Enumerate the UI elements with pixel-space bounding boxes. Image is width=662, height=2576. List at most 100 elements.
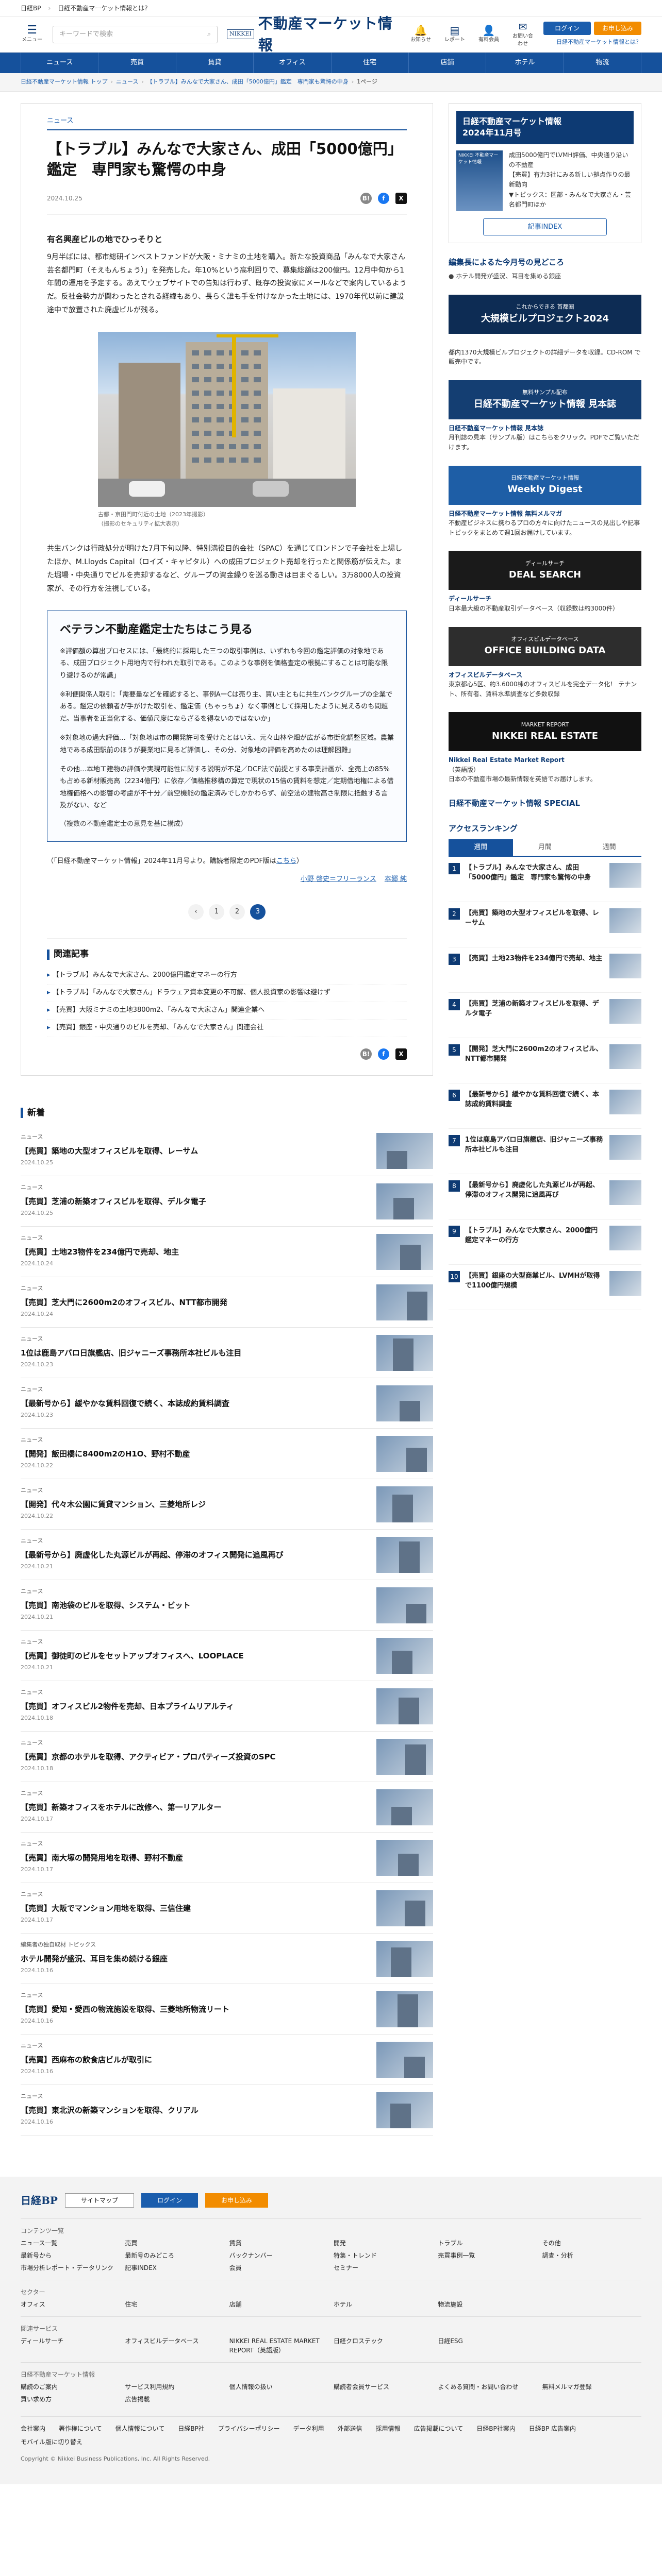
- news-item-thumbnail[interactable]: [376, 1537, 433, 1573]
- footer-link[interactable]: セミナー: [334, 2263, 433, 2273]
- notice-button[interactable]: 🔔 お知らせ: [409, 25, 432, 44]
- search-icon[interactable]: ⌕: [207, 29, 211, 40]
- footer-bottom-link[interactable]: 個人情報について: [115, 2424, 165, 2433]
- nikkeibp-link[interactable]: 日経BP: [21, 4, 41, 13]
- banner-deal[interactable]: ディールサーチ DEAL SEARCH: [449, 551, 641, 590]
- footer-link[interactable]: 店舗: [229, 2300, 328, 2309]
- news-item[interactable]: ニュース 【売買】オフィスビル2物件を売却、日本プライムリアルティ 2024.10.…: [21, 1681, 433, 1732]
- news-item[interactable]: ニュース 【売買】築地の大型オフィスビルを取得、レーサム 2024.10.25: [21, 1126, 433, 1177]
- news-item-thumbnail[interactable]: [376, 1385, 433, 1422]
- facebook-icon[interactable]: f: [378, 1048, 389, 1060]
- footer-link[interactable]: ホテル: [334, 2300, 433, 2309]
- nav-housing[interactable]: 住宅: [332, 53, 409, 73]
- ranking-item[interactable]: 8 【最新号から】廃虚化した丸源ビルが再起、停滞のオフィス開発に追風再び: [449, 1174, 641, 1219]
- footer-bottom-link[interactable]: 日経BP社案内: [476, 2424, 515, 2433]
- footer-link[interactable]: 購読者会員サービス: [334, 2382, 433, 2392]
- breadcrumb-home[interactable]: 日経不動産マーケット情報 トップ: [21, 78, 108, 87]
- ranking-item-title[interactable]: 【売買】銀座の大型商業ビル、LVMHが取得で1100億円規模: [465, 1271, 604, 1291]
- footer-link[interactable]: 開発: [334, 2239, 433, 2248]
- news-item[interactable]: ニュース 【売買】東北沢の新築マンションを取得、クリアル 2024.10.16: [21, 2085, 433, 2136]
- footer-bottom-link[interactable]: モバイル版に切り替え: [21, 2437, 82, 2447]
- nav-logistics[interactable]: 物流: [564, 53, 641, 73]
- news-item[interactable]: ニュース 【売買】愛知・愛西の物流施設を取得、三菱地所物流リート 2024.10.1…: [21, 1984, 433, 2035]
- breadcrumb-news[interactable]: ニュース: [116, 78, 138, 87]
- login-button[interactable]: ログイン: [543, 22, 591, 36]
- news-item-thumbnail[interactable]: [376, 1890, 433, 1927]
- news-item[interactable]: ニュース 【売買】御徒町のビルをセットアップオフィスへ、LOOPLACE 2024.…: [21, 1631, 433, 1682]
- banner-cd-rom[interactable]: これからできる 首都圏 大規模ビルプロジェクト2024: [449, 294, 641, 334]
- news-item-title[interactable]: 1位は鹿島アバロ日旗艦店、旧ジャニーズ事務所本社ビルも注目: [21, 1348, 366, 1359]
- news-item-thumbnail[interactable]: [376, 1840, 433, 1876]
- news-item-thumbnail[interactable]: [376, 1436, 433, 1472]
- news-item-thumbnail[interactable]: [376, 1789, 433, 1826]
- footer-link[interactable]: 日経ESG: [438, 2336, 537, 2355]
- report-button[interactable]: ▤ レポート: [443, 25, 466, 44]
- related-item[interactable]: 【売買】大阪ミナミの土地3800m2、「みんなで大家さん」関連企業へ: [47, 1002, 407, 1020]
- footer-login-button[interactable]: ログイン: [141, 2193, 198, 2208]
- footer-link[interactable]: トラブル: [438, 2239, 537, 2248]
- footer-link[interactable]: 賃貸: [229, 2239, 328, 2248]
- footer-bottom-link[interactable]: 会社案内: [21, 2424, 45, 2433]
- news-item-thumbnail[interactable]: [376, 1183, 433, 1220]
- ranking-item-title[interactable]: 【最新号から】廃虚化した丸源ビルが再起、停滞のオフィス開発に追風再び: [465, 1180, 604, 1200]
- news-item[interactable]: ニュース 【売買】芝浦の新築オフィスビルを取得、デルタ電子 2024.10.25: [21, 1176, 433, 1227]
- news-item-thumbnail[interactable]: [376, 1133, 433, 1170]
- footer-subscribe-button[interactable]: お申し込み: [205, 2193, 268, 2208]
- news-item[interactable]: ニュース 【売買】南池袋のビルを取得、システム・ビット 2024.10.21: [21, 1580, 433, 1631]
- news-item-title[interactable]: 【売買】京都のホテルを取得、アクティビア・プロパティーズ投資のSPC: [21, 1752, 366, 1763]
- news-item-thumbnail[interactable]: [376, 1739, 433, 1775]
- news-item-title[interactable]: 【売買】築地の大型オフィスビルを取得、レーサム: [21, 1146, 366, 1157]
- news-item-title[interactable]: 【開発】代々木公園に賃貸マンション、三菱地所レジ: [21, 1499, 366, 1511]
- footer-link[interactable]: 買い求め方: [21, 2395, 120, 2404]
- banner-office[interactable]: オフィスビルデータベース OFFICE BUILDING DATA: [449, 626, 641, 666]
- footer-link[interactable]: サービス利用規約: [125, 2382, 224, 2392]
- footer-logo[interactable]: 日経BP: [21, 2193, 58, 2208]
- news-item-thumbnail[interactable]: [376, 1638, 433, 1674]
- ranking-tab-weekly[interactable]: 週間: [449, 839, 513, 856]
- ranking-item[interactable]: 5 【開発】芝大門に2600m2のオフィスビル、NTT都市開発: [449, 1038, 641, 1083]
- nav-retail[interactable]: 店舗: [409, 53, 487, 73]
- author-link[interactable]: 小野 啓史＝フリーランス: [301, 875, 376, 883]
- footer-link[interactable]: 無料メルマガ登録: [542, 2382, 641, 2392]
- nav-lease[interactable]: 賃貸: [176, 53, 254, 73]
- footer-bottom-link[interactable]: 広告掲載について: [414, 2424, 464, 2433]
- footer-bottom-link[interactable]: 外部送信: [338, 2424, 362, 2433]
- footer-link[interactable]: 物流施設: [438, 2300, 537, 2309]
- bookmark-icon[interactable]: B!: [360, 1048, 372, 1060]
- news-item[interactable]: ニュース 【売買】南大塚の開発用地を取得、野村不動産 2024.10.17: [21, 1833, 433, 1884]
- footer-link[interactable]: オフィスビルデータベース: [125, 2336, 224, 2355]
- news-item[interactable]: 編集者の独自取材 トピックス ホテル開発が盛況、耳目を集め続ける銀座 2024.10…: [21, 1934, 433, 1985]
- magazine-title[interactable]: 日経不動産マーケット情報 2024年11月号: [456, 111, 634, 144]
- news-item-title[interactable]: 【売買】大阪でマンション用地を取得、三信住建: [21, 1903, 366, 1914]
- site-logo[interactable]: NIKKEI 不動産マーケット情報: [227, 13, 400, 56]
- news-item-title[interactable]: 【売買】愛知・愛西の物流施設を取得、三菱地所物流リート: [21, 2004, 366, 2015]
- ranking-item-title[interactable]: 【最新号から】緩やかな賃料回復で続く、本誌成約賃料調査: [465, 1090, 604, 1110]
- ranking-item-title[interactable]: 【売買】芝浦の新築オフィスビルを取得、デルタ電子: [465, 999, 604, 1019]
- news-item[interactable]: ニュース 【売買】芝大門に2600m2のオフィスビル、NTT都市開発 2024.10…: [21, 1277, 433, 1328]
- footer-link[interactable]: 売買: [125, 2239, 224, 2248]
- footer-link[interactable]: 会員: [229, 2263, 328, 2273]
- footer-bottom-link[interactable]: 日経BP 広告案内: [529, 2424, 576, 2433]
- news-item-title[interactable]: 【売買】南池袋のビルを取得、システム・ビット: [21, 1600, 366, 1612]
- related-item[interactable]: 【トラブル】みんなで大家さん、2000億円鑑定マネーの行方: [47, 967, 407, 985]
- footer-link[interactable]: 購読のご案内: [21, 2382, 120, 2392]
- ranking-item[interactable]: 1 【トラブル】みんなで大家さん、成田「5000億円」鑑定 専門家も驚愕の中身: [449, 857, 641, 902]
- news-item-title[interactable]: 【最新号から】廃虚化した丸源ビルが再起、停滞のオフィス開発に追風再び: [21, 1550, 366, 1561]
- news-item-thumbnail[interactable]: [376, 1688, 433, 1725]
- banner-caption-title[interactable]: Nikkei Real Estate Market Report: [449, 756, 565, 764]
- news-item-thumbnail[interactable]: [376, 1991, 433, 2028]
- news-item-thumbnail[interactable]: [376, 1335, 433, 1371]
- news-item[interactable]: ニュース 【売買】西麻布の飲食店ビルが取引に 2024.10.16: [21, 2035, 433, 2086]
- news-item-thumbnail[interactable]: [376, 2092, 433, 2129]
- ranking-tab-other[interactable]: 週間: [577, 839, 641, 856]
- footer-bottom-link[interactable]: データ利用: [293, 2424, 324, 2433]
- x-icon[interactable]: X: [395, 1048, 407, 1060]
- footer-link[interactable]: 最新号のみどころ: [125, 2251, 224, 2260]
- page-link-current[interactable]: 3: [250, 904, 266, 920]
- banner-caption-title[interactable]: ディールサーチ: [449, 595, 491, 602]
- footer-link[interactable]: NIKKEI REAL ESTATE MARKET REPORT（英語版）: [229, 2336, 328, 2355]
- news-item-thumbnail[interactable]: [376, 1941, 433, 1977]
- news-item-title[interactable]: 【売買】西麻布の飲食店ビルが取引に: [21, 2055, 366, 2066]
- ranking-item[interactable]: 3 【売買】土地23物件を234億円で売却、地主: [449, 947, 641, 993]
- banner-weekly[interactable]: 日経不動産マーケット情報 Weekly Digest: [449, 465, 641, 505]
